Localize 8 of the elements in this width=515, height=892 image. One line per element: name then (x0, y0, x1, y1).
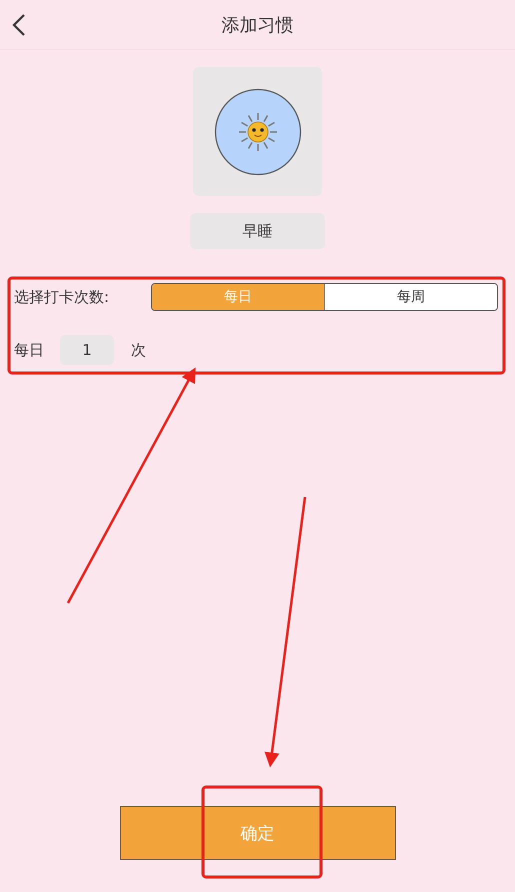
page-title: 添加习惯 (222, 14, 294, 36)
count-prefix: 每日 (14, 340, 44, 360)
count-suffix: 次 (131, 340, 146, 360)
habit-name-field[interactable]: 早睡 (190, 213, 325, 249)
count-field[interactable]: 1 (60, 335, 114, 365)
frequency-tab[interactable]: 每周 (325, 284, 497, 310)
habit-icon-button[interactable] (193, 67, 322, 196)
frequency-label: 选择打卡次数: (14, 288, 110, 306)
